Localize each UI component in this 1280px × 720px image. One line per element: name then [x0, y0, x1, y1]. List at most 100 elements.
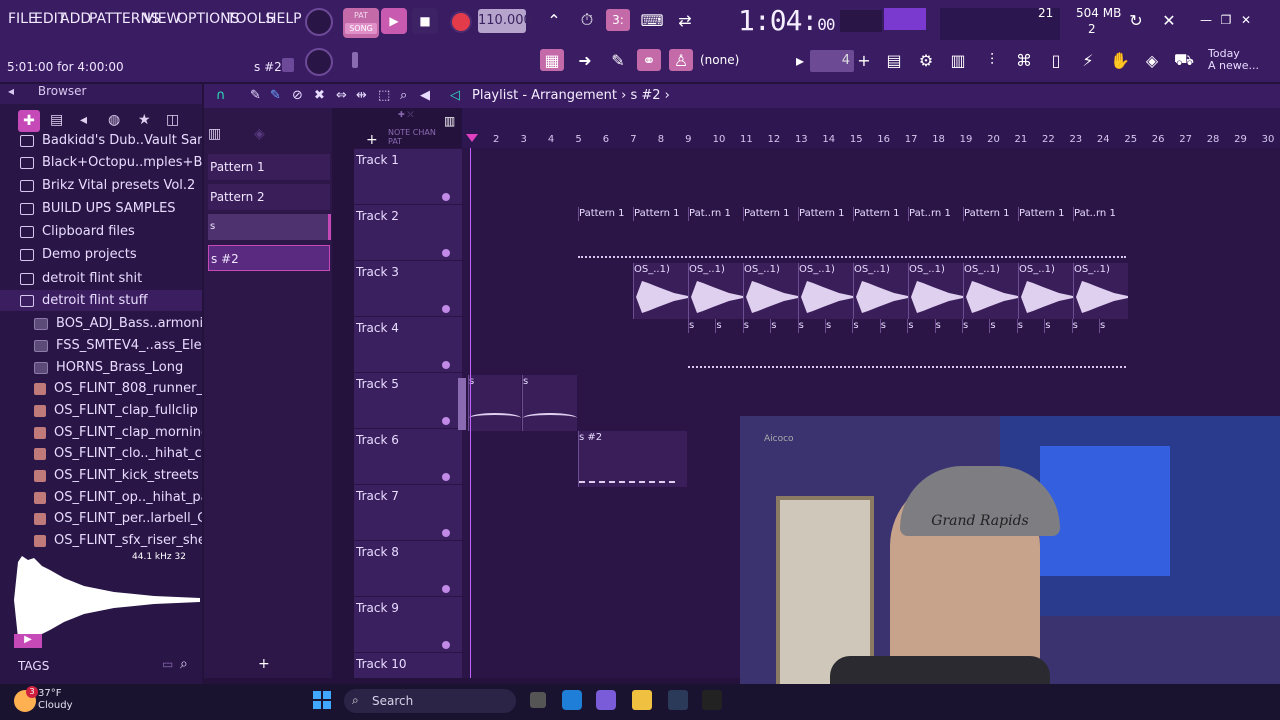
pattern-clip[interactable]: s	[1071, 319, 1100, 333]
edge-icon[interactable]	[562, 690, 582, 710]
pattern-item-4[interactable]: s #2	[208, 245, 330, 271]
pattern-clip[interactable]: s #2	[578, 431, 687, 487]
step-edit-icon[interactable]: ⌨	[640, 9, 664, 31]
pattern-scrollbar[interactable]	[328, 214, 331, 240]
audio-icon[interactable]: ◈	[254, 126, 265, 142]
search-icon[interactable]: ⌕	[180, 656, 188, 672]
mixer-view-icon[interactable]: ▤	[882, 49, 906, 71]
pattern-clip[interactable]: Pattern 1	[798, 207, 854, 221]
browser-item[interactable]: detroit flint shit	[0, 268, 202, 289]
mute-tool-icon[interactable]: ✖	[314, 88, 325, 103]
browser-item[interactable]: OS_FLINT_clap_morning	[0, 422, 202, 443]
add-clip-icon[interactable]: +	[366, 132, 378, 148]
lock-icon[interactable]	[282, 58, 294, 72]
pattern-clip[interactable]: s	[989, 319, 1017, 333]
pattern-clip[interactable]: s	[1016, 319, 1045, 333]
store-icon[interactable]	[668, 690, 688, 710]
pattern-clip[interactable]: Pat..rn 1	[688, 207, 744, 221]
stamp-icon[interactable]: ♙	[669, 49, 693, 71]
pattern-item-2[interactable]: Pattern 2	[208, 184, 330, 210]
pattern-item-3[interactable]: s	[208, 214, 330, 240]
play-button[interactable]: ▶	[381, 8, 407, 34]
browser-item[interactable]: Clipboard files	[0, 221, 202, 242]
browser-item[interactable]: OS_FLINT_clap_fullclip	[0, 400, 202, 421]
paint-tool-icon[interactable]: ✎	[270, 88, 281, 103]
cart-icon[interactable]: ⛟	[1172, 49, 1196, 71]
pattern-clip[interactable]: s	[1099, 319, 1127, 333]
selection-handle[interactable]	[458, 378, 466, 430]
pattern-clip[interactable]: Pattern 1	[1018, 207, 1074, 221]
add-pattern-icon[interactable]: +	[852, 49, 876, 71]
browser-item[interactable]: OS_FLINT_op.._hihat_panic	[0, 487, 202, 508]
master-volume-knob[interactable]	[305, 8, 333, 36]
browser-item[interactable]: OS_FLINT_sfx_riser_shenk	[0, 530, 202, 551]
pattern-toggle-icon[interactable]: ▥	[444, 114, 455, 128]
pattern-clip[interactable]: Pattern 1	[633, 207, 689, 221]
piano-icon[interactable]: ▥	[208, 126, 221, 142]
browser-all-icon[interactable]: ✚	[18, 110, 40, 132]
magnet-icon[interactable]: ∩	[216, 88, 234, 104]
audio-clip[interactable]: OS_..1)	[1018, 263, 1073, 319]
pattern-clip[interactable]: s	[468, 375, 521, 431]
sample-play-icon[interactable]: ▶	[14, 634, 42, 648]
pattern-clip[interactable]: Pattern 1	[853, 207, 909, 221]
browser-plugins-icon[interactable]: ◂	[80, 112, 87, 128]
pattern-clip[interactable]: s	[825, 319, 853, 333]
audio-clip[interactable]: OS_..1)	[798, 263, 853, 319]
brush-icon[interactable]: ✎	[606, 49, 630, 71]
browser-item[interactable]: Black+Octopu..mples+Bundle	[0, 152, 202, 173]
pattern-clip[interactable]: s	[879, 319, 908, 333]
track-mute-led[interactable]	[442, 305, 450, 313]
file-icon[interactable]: ▯	[1044, 49, 1068, 71]
collapse-icon[interactable]: ◂	[8, 84, 14, 98]
audio-clip[interactable]: OS_..1)	[1073, 263, 1128, 319]
snap-options[interactable]: ✚ ⤬ NOTE CHAN PAT	[388, 110, 452, 146]
track-mute-led[interactable]	[442, 417, 450, 425]
browser-item[interactable]: FSS_SMTEV4_..ass_Elephant	[0, 335, 202, 356]
track-mute-led[interactable]	[442, 585, 450, 593]
slip-tool-icon[interactable]: ⇔	[336, 88, 347, 103]
browser-item[interactable]: detroit flint stuff	[0, 290, 202, 311]
windows-start-icon[interactable]	[313, 691, 331, 709]
menu-view[interactable]: VIEW	[144, 11, 180, 27]
sound-icon[interactable]: ◈	[1140, 49, 1164, 71]
browser-item[interactable]: BUILD UPS SAMPLES	[0, 198, 202, 219]
notion-icon[interactable]	[702, 690, 722, 710]
news-panel[interactable]: Today A newe...	[1208, 48, 1259, 72]
track-mute-led[interactable]	[442, 529, 450, 537]
master-pitch-knob[interactable]	[305, 48, 333, 76]
pattern-clip[interactable]: s	[742, 319, 771, 333]
slice-tool-icon[interactable]: ⇹	[356, 88, 367, 103]
browser-item[interactable]: Brikz Vital presets Vol.2	[0, 175, 202, 196]
pattern-clip[interactable]: Pat..rn 1	[1073, 207, 1129, 221]
menu-add[interactable]: ADD	[60, 11, 91, 27]
audio-clip[interactable]: OS_..1)	[633, 263, 688, 319]
piano-roll-icon[interactable]: ▥	[946, 49, 970, 71]
tools-icon[interactable]: ✕	[1157, 9, 1181, 31]
browser-item[interactable]: Demo projects	[0, 244, 202, 265]
loop-record-icon[interactable]: ⇄	[673, 9, 697, 31]
browser-item[interactable]: OS_FLINT_kick_streets (1)	[0, 465, 202, 486]
metronome-icon[interactable]: ⌃	[542, 9, 566, 31]
countdown-icon[interactable]: 3:	[606, 9, 630, 31]
arrow-right-icon[interactable]: ➜	[573, 49, 597, 71]
pattern-item-1[interactable]: Pattern 1	[208, 154, 330, 180]
track-mute-led[interactable]	[442, 473, 450, 481]
browser-tag-icon[interactable]: ◫	[166, 112, 179, 128]
pattern-clip[interactable]: s	[770, 319, 798, 333]
playback-tool-icon[interactable]: ◀	[420, 88, 430, 103]
close-icon[interactable]: ✕	[1234, 9, 1258, 31]
pattern-clip[interactable]: s	[688, 319, 716, 333]
browser-item[interactable]: OS_FLINT_per..larbell_C (1)	[0, 508, 202, 529]
audio-clip[interactable]: OS_..1)	[853, 263, 908, 319]
folder-icon[interactable]: ▭	[162, 657, 173, 671]
explorer-icon[interactable]	[632, 690, 652, 710]
tempo-display[interactable]: 110.000	[478, 9, 532, 33]
track-mute-led[interactable]	[442, 641, 450, 649]
record-button[interactable]	[450, 11, 472, 33]
mixer-icon[interactable]: ⫶	[980, 49, 1004, 71]
pattern-clip[interactable]: Pattern 1	[963, 207, 1019, 221]
menu-help[interactable]: HELP	[266, 11, 302, 27]
track-mute-led[interactable]	[442, 193, 450, 201]
browser-favorites-icon[interactable]: ★	[138, 112, 151, 128]
